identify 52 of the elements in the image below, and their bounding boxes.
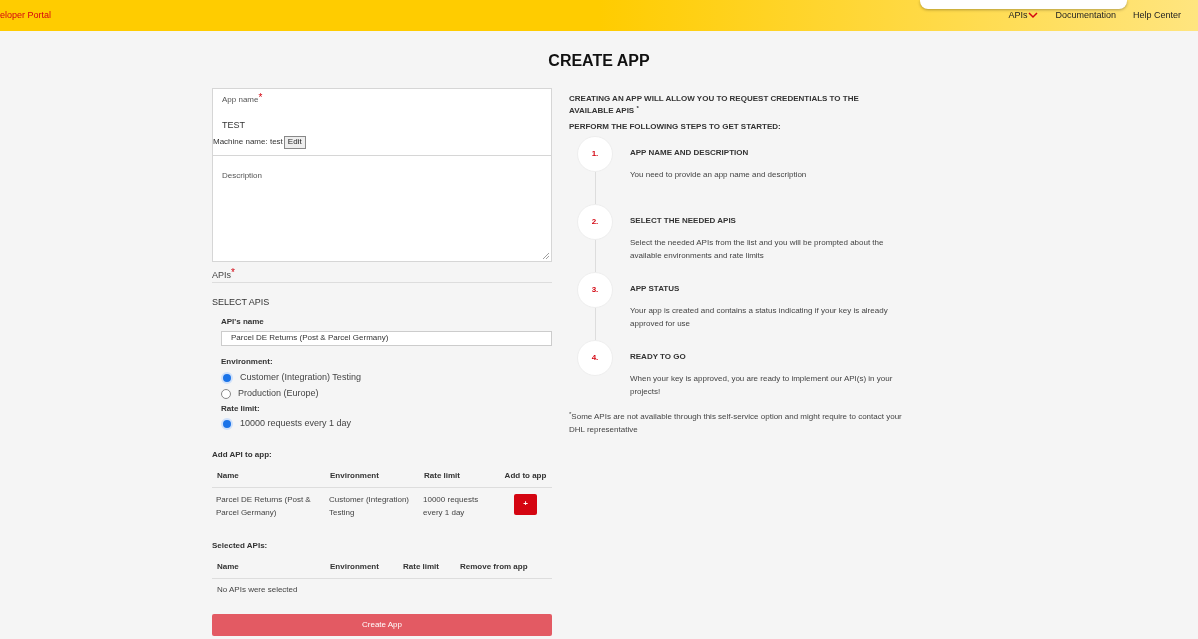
- edit-button[interactable]: Edit: [283, 135, 306, 149]
- footnote: $^{*}$Some APIs are not available through this self-service option and might require to contact your DHL representative: [569, 410, 903, 436]
- step-description: When your key is approved, you are ready to implement our API(s) in your projects!: [630, 373, 894, 398]
- portal-title[interactable]: eloper Portal: [0, 8, 52, 23]
- step-title: READY TO GO: [630, 351, 687, 363]
- section-heading: SELECT APIS: [212, 296, 271, 309]
- column-header: Remove from app: [455, 560, 552, 579]
- step-description: You need to provide an app name and description: [630, 169, 808, 181]
- table-title: Add API to app:: [212, 448, 273, 461]
- column-header: Environment: [325, 469, 419, 488]
- empty-message: No APIs were selected: [216, 583, 299, 596]
- table-title: Selected APIs:: [212, 539, 269, 552]
- radio-button[interactable]: [221, 388, 231, 399]
- table-cell-text: 10000 requests every 1 day: [422, 493, 480, 519]
- column-header: Add to app: [499, 469, 552, 488]
- radio-label: Production (Europe): [238, 386, 319, 400]
- field-label: Environment:: [221, 355, 274, 368]
- table-cell-text: Customer (Integration) Testing: [328, 493, 411, 519]
- radio-label: 10000 requests every 1 day: [240, 416, 352, 430]
- page-title: CREATE APP: [547, 51, 651, 71]
- api-name-field[interactable]: Parcel DE Returns (Post & Parcel Germany): [221, 330, 552, 346]
- table-cell-text: Parcel DE Returns (Post & Parcel Germany): [215, 493, 312, 519]
- step-title: SELECT THE NEEDED APIS: [630, 215, 737, 227]
- nav-link[interactable]: Documentation: [1055, 8, 1116, 23]
- step-description: Your app is created and contains a status indicating if your key is already approved for use: [630, 305, 889, 330]
- column-header: Rate limit: [419, 469, 499, 488]
- step-description: Select the needed APIs from the list and you will be prompted about the available environments and rate limits: [630, 237, 885, 262]
- create-app-button[interactable]: Create App: [212, 613, 552, 636]
- nav-link[interactable]: Help Center: [1132, 8, 1181, 23]
- step-title: APP STATUS: [630, 283, 681, 295]
- steps-heading: PERFORM THE FOLLOWING STEPS TO GET STARTED:: [569, 121, 782, 133]
- nav-link[interactable]: APIs: [1008, 8, 1039, 23]
- section-label: APIs: [212, 270, 231, 282]
- field-label: Description: [222, 171, 262, 180]
- column-header: Name: [212, 560, 325, 579]
- intro-text: CREATING AN APP WILL ALLOW YOU TO REQUEST CREDENTIALS TO THE AVAILABLE APIS $^{*}$: [569, 93, 860, 117]
- column-header: Name: [212, 469, 325, 488]
- description-field[interactable]: Description: [212, 156, 552, 262]
- field-value: TEST: [222, 119, 246, 132]
- machine-name: Machine name: test: [213, 136, 283, 148]
- field-label: App name: [222, 95, 259, 106]
- radio-label: Customer (Integration) Testing: [240, 370, 361, 384]
- field-label: Rate limit:: [221, 402, 261, 415]
- field-label: API's name: [221, 315, 265, 328]
- column-header: Rate limit: [398, 560, 455, 579]
- step-title: APP NAME AND DESCRIPTION: [630, 147, 750, 159]
- chevron-down-icon: [1028, 12, 1039, 19]
- add-button[interactable]: +: [514, 493, 537, 515]
- resize-handle-icon[interactable]: [543, 253, 549, 259]
- column-header: Environment: [325, 560, 398, 579]
- required-mark: *: [231, 269, 235, 277]
- required-mark: *: [258, 94, 263, 105]
